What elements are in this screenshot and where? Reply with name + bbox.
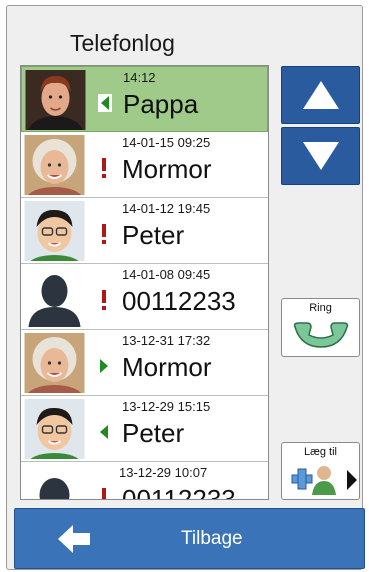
call-button-label: Ring (309, 302, 332, 314)
page-title: Telefonlog (70, 30, 175, 56)
missed-call-icon (97, 290, 111, 310)
avatar (25, 70, 86, 130)
avatar (24, 399, 85, 459)
arrow-right-icon (347, 470, 357, 490)
back-button[interactable]: Tilbage (14, 508, 365, 569)
incoming-call-icon (97, 422, 111, 442)
grandmother-photo (24, 135, 85, 195)
add-contact-icon (291, 466, 336, 495)
back-button-label: Tilbage (181, 528, 243, 549)
missed-call-icon (97, 224, 111, 244)
contact-name: Pappa (123, 89, 199, 119)
call-time: 13-12-29 15:15 (122, 399, 211, 414)
call-button[interactable]: Ring (281, 298, 360, 357)
avatar (24, 267, 85, 327)
contact-name: Peter (122, 418, 185, 448)
missed-call-icon (97, 158, 111, 178)
call-row[interactable]: 14-01-12 19:45 Peter (21, 198, 268, 264)
boy-photo (24, 399, 85, 459)
call-time: 14-01-15 09:25 (122, 135, 211, 150)
call-time: 13-12-29 10:07 (119, 465, 208, 480)
call-time: 14:12 (123, 70, 156, 85)
missed-call-icon (97, 488, 111, 499)
avatar (24, 135, 85, 195)
contact-name: Mormor (122, 352, 212, 382)
call-row[interactable]: 14-01-15 09:25 Mormor (21, 132, 268, 198)
contact-name: Mormor (122, 154, 212, 184)
avatar (24, 465, 85, 499)
call-row[interactable]: 13-12-31 17:32 Mormor (21, 330, 268, 396)
add-button-label: Læg til (303, 446, 338, 458)
call-row[interactable]: 14:12 Pappa (21, 66, 268, 132)
arrow-left-icon (58, 525, 90, 553)
call-row[interactable]: 14-01-08 09:45 00112233 (21, 264, 268, 330)
add-contact-button[interactable]: Læg til (281, 442, 360, 500)
avatar (24, 333, 85, 393)
outgoing-call-icon (97, 356, 111, 376)
call-time: 14-01-12 19:45 (122, 201, 211, 216)
call-row[interactable]: 13-12-29 10:07 00112233 (21, 462, 268, 500)
incoming-call-icon (98, 93, 112, 113)
scroll-up-button[interactable] (281, 66, 360, 124)
call-time: 13-12-31 17:32 (122, 333, 211, 348)
contact-name: 00112233 (122, 286, 236, 316)
call-time: 14-01-08 09:45 (122, 267, 211, 282)
down-triangle-icon (302, 142, 339, 170)
grandmother-photo (24, 333, 85, 393)
avatar (24, 201, 85, 261)
phone-handset-icon (293, 322, 349, 348)
unknown-contact-silhouette-icon (24, 465, 85, 499)
contact-name: Peter (122, 220, 185, 250)
contact-name: 00112233 (122, 484, 236, 500)
up-triangle-icon (302, 81, 339, 109)
unknown-contact-silhouette-icon (24, 267, 85, 327)
call-row[interactable]: 13-12-29 15:15 Peter (21, 396, 268, 462)
boy-photo (24, 201, 85, 261)
man-photo (25, 70, 86, 130)
call-log-list[interactable]: 14:12 Pappa 14-01-15 09:25 Mormor 14-01-… (20, 65, 269, 500)
scroll-down-button[interactable] (281, 127, 360, 185)
